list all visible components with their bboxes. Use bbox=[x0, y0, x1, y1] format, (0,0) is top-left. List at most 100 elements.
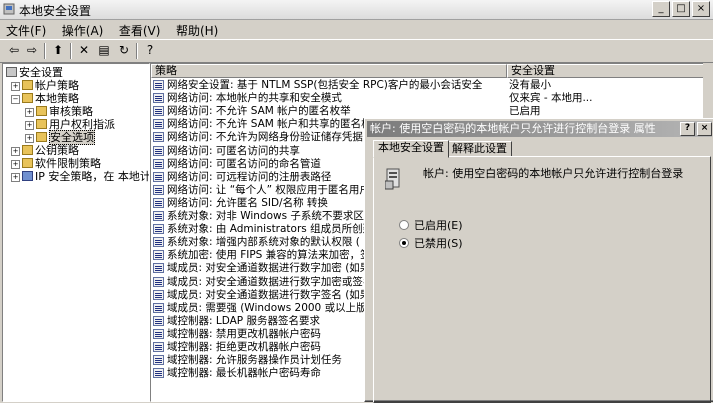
table-row[interactable]: 网络访问: 本地帐户的共享和安全模式 仅来宾 - 本地用... bbox=[151, 92, 713, 105]
policy-server-icon bbox=[385, 168, 400, 190]
expand-icon[interactable]: + bbox=[25, 108, 34, 117]
expand-icon[interactable]: + bbox=[25, 121, 34, 130]
tree-item-public-key-policies[interactable]: + 公钥策略 bbox=[11, 144, 79, 157]
tree-item-label: 安全选项 bbox=[49, 130, 95, 145]
policy-icon bbox=[153, 289, 164, 300]
network-icon bbox=[22, 171, 33, 181]
tree-pane: 安全设置 + 帐户策略 − 本地策略 + 审核策略 + 用户权利指派 + 安全选项 + 公钥… bbox=[2, 63, 150, 402]
refresh-icon[interactable]: ↻ bbox=[116, 43, 132, 58]
policy-icon bbox=[153, 224, 164, 235]
dialog-title-bar: 帐户: 使用空白密码的本地帐户只允许进行控制台登录 属性 ? × bbox=[367, 121, 712, 137]
list-edge bbox=[703, 63, 713, 118]
tree-item-label: 安全设置 bbox=[19, 66, 63, 79]
close-button[interactable]: × bbox=[692, 1, 710, 17]
policy-icon bbox=[153, 171, 164, 182]
policy-setting-cell: 没有最小 bbox=[509, 79, 551, 91]
disabled-radio[interactable]: 已禁用(S) bbox=[399, 238, 463, 250]
dialog-title: 帐户: 使用空白密码的本地帐户只允许进行控制台登录 属性 bbox=[370, 122, 656, 135]
properties-icon[interactable]: ▤ bbox=[96, 43, 112, 58]
toolbar: ⇦ ⇨ ⬆ ✕ ▤ ↻ ? bbox=[0, 39, 713, 63]
enabled-radio[interactable]: 已启用(E) bbox=[399, 220, 463, 232]
expand-icon[interactable]: + bbox=[25, 134, 34, 143]
policy-icon bbox=[153, 302, 164, 313]
menu-bar: 文件(F) 操作(A) 查看(V) 帮助(H) bbox=[0, 20, 713, 38]
minimize-button[interactable]: _ bbox=[652, 1, 670, 17]
column-header-policy[interactable]: 策略 bbox=[151, 64, 507, 78]
tree-item-account-policies[interactable]: + 帐户策略 bbox=[11, 79, 79, 92]
help-icon[interactable]: ? bbox=[142, 43, 158, 58]
policy-icon bbox=[153, 250, 164, 261]
tree-item-local-policies[interactable]: − 本地策略 bbox=[11, 92, 79, 105]
tree-item-label: 公钥策略 bbox=[35, 144, 79, 157]
folder-icon bbox=[22, 80, 33, 90]
window-title: 本地安全设置 bbox=[19, 4, 92, 18]
expand-icon[interactable]: + bbox=[11, 160, 20, 169]
table-row[interactable]: 网络安全设置: 基于 NTLM SSP(包括安全 RPC)客户的最小会话安全 没有… bbox=[151, 79, 713, 92]
policy-icon bbox=[153, 328, 164, 339]
back-icon[interactable]: ⇦ bbox=[6, 43, 22, 58]
policy-name-cell: 网络安全设置: 基于 NTLM SSP(包括安全 RPC)客户的最小会话安全 bbox=[167, 79, 483, 91]
tree-item-ip-security[interactable]: + IP 安全策略，在 本地计 bbox=[11, 170, 150, 183]
menu-view[interactable]: 查看(V) bbox=[113, 20, 167, 39]
expand-icon[interactable]: + bbox=[11, 82, 20, 91]
policy-icon bbox=[153, 211, 164, 221]
policy-icon bbox=[153, 158, 164, 169]
security-app-icon bbox=[3, 3, 15, 15]
policy-name-cell: 网络访问: 不允许 SAM 帐户的匿名枚举 bbox=[167, 105, 351, 118]
tree-item-audit-policy[interactable]: + 审核策略 bbox=[25, 105, 93, 118]
disabled-radio-label: 已禁用(S) bbox=[414, 237, 463, 250]
policy-icon bbox=[153, 368, 164, 379]
policy-icon bbox=[153, 80, 164, 90]
policy-setting-cell: 已启用 bbox=[509, 105, 541, 118]
dialog-panel bbox=[373, 156, 711, 403]
enabled-radio-label: 已启用(E) bbox=[414, 219, 463, 232]
folder-icon bbox=[22, 158, 33, 168]
properties-dialog: 帐户: 使用空白密码的本地帐户只允许进行控制台登录 属性 ? × 本地安全设置 … bbox=[364, 118, 713, 403]
tree-item-security-settings[interactable]: 安全设置 bbox=[6, 66, 63, 79]
policy-icon bbox=[153, 276, 164, 287]
policy-name-cell: 网络访问: 本地帐户的共享和安全模式 bbox=[167, 92, 342, 105]
menu-action[interactable]: 操作(A) bbox=[56, 20, 110, 39]
radio-selected-icon[interactable] bbox=[399, 238, 409, 248]
title-bar: 本地安全设置 _ □ × bbox=[0, 0, 713, 20]
folder-icon bbox=[36, 119, 47, 129]
menu-help[interactable]: 帮助(H) bbox=[170, 20, 224, 39]
policy-icon bbox=[153, 342, 164, 352]
up-folder-icon[interactable]: ⬆ bbox=[50, 43, 66, 58]
radio-circle-icon[interactable] bbox=[399, 220, 409, 230]
tree-item-label: 软件限制策略 bbox=[35, 157, 101, 170]
dialog-close-button[interactable]: × bbox=[697, 122, 712, 136]
policy-name-text: 帐户: 使用空白密码的本地帐户只允许进行控制台登录 bbox=[423, 167, 684, 180]
policy-icon bbox=[153, 237, 164, 248]
collapse-icon[interactable]: − bbox=[11, 95, 20, 104]
delete-icon[interactable]: ✕ bbox=[76, 43, 92, 58]
tab-explain-setting[interactable]: 解释此设置 bbox=[447, 141, 512, 157]
policy-icon bbox=[153, 106, 164, 117]
expand-icon[interactable]: + bbox=[11, 147, 20, 156]
folder-open-icon bbox=[22, 93, 33, 103]
tab-local-security-setting[interactable]: 本地安全设置 bbox=[373, 140, 449, 158]
expand-icon[interactable]: + bbox=[11, 173, 20, 182]
column-header-setting[interactable]: 安全设置 bbox=[507, 64, 713, 78]
forward-icon[interactable]: ⇨ bbox=[24, 43, 40, 58]
toolbar-divider bbox=[44, 43, 46, 59]
toolbar-divider bbox=[70, 43, 72, 59]
policy-icon bbox=[153, 197, 164, 208]
policy-icon bbox=[153, 93, 164, 104]
folder-icon bbox=[36, 106, 47, 116]
table-row[interactable]: 网络访问: 不允许 SAM 帐户的匿名枚举 已启用 bbox=[151, 105, 713, 118]
policy-icon bbox=[153, 145, 164, 156]
folder-icon bbox=[36, 132, 47, 142]
maximize-button[interactable]: □ bbox=[672, 1, 690, 17]
tree-item-label: IP 安全策略，在 本地计 bbox=[35, 170, 150, 183]
menu-file[interactable]: 文件(F) bbox=[0, 20, 52, 39]
help-button[interactable]: ? bbox=[680, 122, 695, 136]
tree-item-security-options[interactable]: + 安全选项 bbox=[25, 130, 95, 145]
tree-item-label: 本地策略 bbox=[35, 92, 79, 105]
policy-icon bbox=[153, 184, 164, 195]
tree-item-label: 审核策略 bbox=[49, 105, 93, 118]
folder-icon bbox=[22, 145, 33, 155]
tree-item-software-restriction[interactable]: + 软件限制策略 bbox=[11, 157, 101, 170]
policy-icon bbox=[153, 263, 164, 274]
policy-icon bbox=[153, 315, 164, 326]
